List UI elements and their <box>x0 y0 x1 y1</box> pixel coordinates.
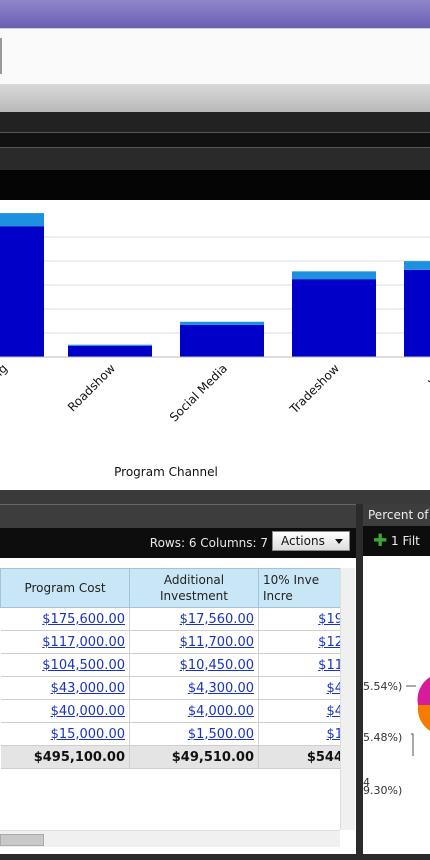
table-row: $104,500.00 $10,450.00 $11 <box>0 653 348 677</box>
cell-link[interactable]: $10,450.00 <box>180 658 254 673</box>
cell-link[interactable]: $4,300.00 <box>188 681 254 696</box>
table-row: $117,000.00 $11,700.00 $12 <box>0 630 348 654</box>
cell-link[interactable]: $117,000.00 <box>42 635 125 650</box>
table-cell: $17,560.00 <box>129 607 259 631</box>
actions-label: Actions <box>281 534 325 548</box>
bar-chart: ng Roadshow Social Media Tradeshow Web Progra… <box>0 213 430 479</box>
menu-strip <box>0 84 430 112</box>
cell-link[interactable]: $175,600.00 <box>42 612 125 627</box>
table-cell: $15,000.00 <box>0 722 130 746</box>
total-cell: $544 <box>258 745 348 769</box>
bar-program-cost[interactable] <box>180 324 264 357</box>
panel-divider[interactable] <box>0 490 430 504</box>
bar-program-cost[interactable] <box>0 226 44 357</box>
chart-panel-header <box>0 170 430 200</box>
table-row: $175,600.00 $17,560.00 $19 <box>0 607 348 631</box>
table-panel-header <box>0 504 356 529</box>
toolbar-area <box>0 28 430 85</box>
bar-additional-investment[interactable] <box>0 213 44 227</box>
x-tick-label: Roadshow <box>65 361 118 414</box>
cell-link[interactable]: $43,000.00 <box>51 681 125 696</box>
column-header[interactable]: Additional Investment <box>129 568 259 608</box>
bar-program-cost[interactable] <box>68 345 152 357</box>
toolbar-input-edge[interactable] <box>0 38 2 74</box>
dark-band <box>0 147 430 171</box>
table-row: $40,000.00 $4,000.00 $4 <box>0 699 348 723</box>
bar-additional-investment[interactable] <box>292 271 376 280</box>
pie-chart <box>406 677 430 756</box>
table-cell: $4 <box>258 699 348 723</box>
x-tick-label: ng <box>0 361 10 382</box>
pie-slice <box>417 705 430 731</box>
scrollbar-thumb[interactable] <box>0 834 44 846</box>
table-cell: $4,300.00 <box>129 676 259 700</box>
table-cell: $117,000.00 <box>0 630 130 654</box>
data-table: Program Cost Additional Investment 10% I… <box>0 568 348 769</box>
x-tick-label: Social Media <box>167 361 230 424</box>
pie-label: 9.30%) <box>363 784 403 797</box>
column-header[interactable]: Program Cost <box>0 568 130 608</box>
table-cell: $40,000.00 <box>0 699 130 723</box>
status-bar <box>0 854 430 860</box>
total-cell: $49,510.00 <box>129 745 259 769</box>
cell-link[interactable]: $40,000.00 <box>51 704 125 719</box>
table-row: $15,000.00 $1,500.00 $1 <box>0 722 348 746</box>
cell-link[interactable]: $4,000.00 <box>188 704 254 719</box>
table-cell: $175,600.00 <box>0 607 130 631</box>
table-cell: $104,500.00 <box>0 653 130 677</box>
plus-icon[interactable]: ✚ <box>373 533 387 550</box>
table-panel: Rows: 6 Columns: 7 Actions Program Cost … <box>0 504 356 854</box>
cell-link[interactable]: $17,560.00 <box>180 612 254 627</box>
cell-link[interactable]: $15,000.00 <box>51 727 125 742</box>
rows-columns-count: Rows: 6 Columns: 7 <box>149 536 268 550</box>
total-row: $495,100.00 $49,510.00 $544 <box>0 745 348 769</box>
bar-additional-investment[interactable] <box>68 344 152 346</box>
vertical-scrollbar[interactable] <box>340 568 355 830</box>
x-axis-title: Program Channel <box>114 465 218 479</box>
table-cell: $1,500.00 <box>129 722 259 746</box>
pie-label: 5.54%) <box>363 680 403 693</box>
table-cell: $4 <box>258 676 348 700</box>
window-title-bar <box>0 0 430 28</box>
leader-line <box>411 733 414 756</box>
dark-band <box>0 133 430 147</box>
bar-program-cost[interactable] <box>404 269 430 357</box>
table-row: $43,000.00 $4,300.00 $4 <box>0 676 348 700</box>
bar-program-cost[interactable] <box>292 279 376 357</box>
table-cell: $11,700.00 <box>129 630 259 654</box>
chevron-down-icon <box>335 539 343 544</box>
filter-toolbar[interactable]: ✚ 1 Filt <box>363 526 430 556</box>
cell-link[interactable]: $1,500.00 <box>188 727 254 742</box>
filter-label: 1 Filt <box>391 534 420 548</box>
table-cell: $10,450.00 <box>129 653 259 677</box>
table-cell: $12 <box>258 630 348 654</box>
cell-link[interactable]: $11,700.00 <box>180 635 254 650</box>
pie-chart-panel: Percent of ✚ 1 Filt 5.54%) 5.48%) 4 9.30… <box>363 504 430 854</box>
horizontal-scrollbar[interactable] <box>0 830 340 847</box>
table-cell: $43,000.00 <box>0 676 130 700</box>
pie-label: 5.48%) <box>363 731 403 744</box>
bar-chart-panel: ng Roadshow Social Media Tradeshow Web Progra… <box>0 200 430 490</box>
column-header[interactable]: 10% Inve Incre <box>258 568 348 608</box>
total-cell: $495,100.00 <box>0 745 130 769</box>
bar-additional-investment[interactable] <box>180 321 264 325</box>
pie-panel-title: Percent of <box>363 504 430 526</box>
bar-additional-investment[interactable] <box>404 261 430 270</box>
table-cell: $1 <box>258 722 348 746</box>
actions-dropdown[interactable]: Actions <box>272 531 350 551</box>
cell-link[interactable]: $104,500.00 <box>42 658 125 673</box>
table-cell: $19 <box>258 607 348 631</box>
table-cell: $11 <box>258 653 348 677</box>
x-tick-label: Tradeshow <box>286 361 342 417</box>
x-tick-label: Web <box>426 361 430 389</box>
pie-slice <box>417 677 430 705</box>
table-cell: $4,000.00 <box>129 699 259 723</box>
table-toolbar: Rows: 6 Columns: 7 Actions <box>0 528 356 558</box>
dark-band <box>0 112 430 133</box>
